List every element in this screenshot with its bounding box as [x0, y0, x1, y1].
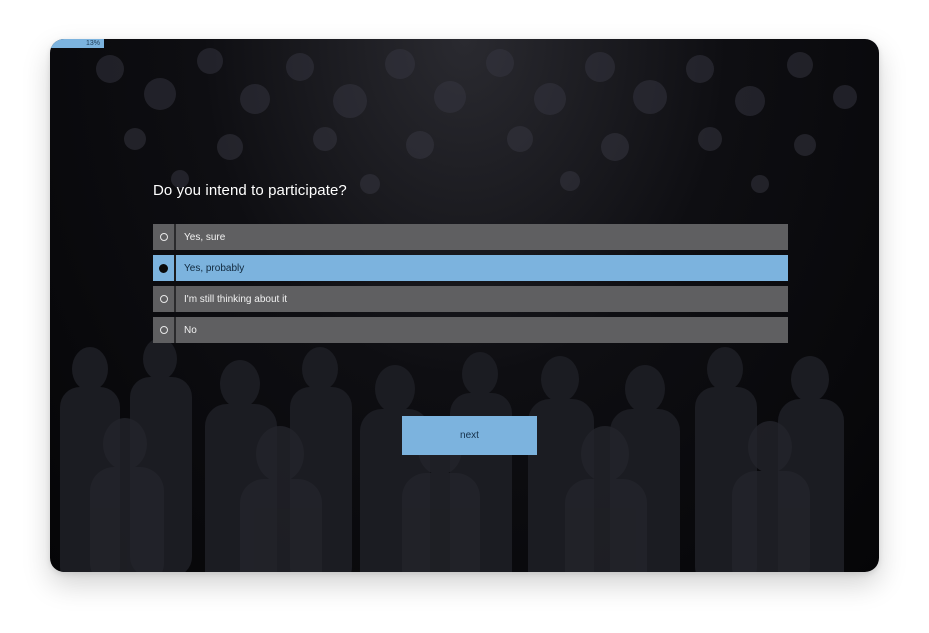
progress-bar: 13%	[50, 39, 879, 48]
radio-cell	[153, 286, 176, 312]
radio-unselected-icon[interactable]	[159, 295, 168, 303]
option-label: Yes, sure	[184, 231, 226, 243]
progress-bar-fill: 13%	[50, 39, 104, 48]
option-label: Yes, probably	[184, 262, 245, 274]
answer-options: Yes, sure Yes, probably I'm still thinki…	[153, 224, 788, 348]
radio-cell	[153, 224, 176, 250]
radio-cell	[153, 255, 176, 281]
next-button[interactable]: next	[402, 416, 537, 455]
option-no[interactable]: No	[153, 317, 788, 343]
option-label: No	[184, 324, 197, 336]
progress-percent-label: 13%	[85, 40, 100, 47]
radio-cell	[153, 317, 176, 343]
background-bokeh-lights	[96, 48, 857, 194]
question-title: Do you intend to participate?	[153, 182, 347, 199]
option-yes-probably[interactable]: Yes, probably	[153, 255, 788, 281]
option-still-thinking[interactable]: I'm still thinking about it	[153, 286, 788, 312]
radio-unselected-icon[interactable]	[159, 233, 168, 241]
option-yes-sure[interactable]: Yes, sure	[153, 224, 788, 250]
radio-selected-icon[interactable]	[159, 263, 168, 273]
radio-unselected-icon[interactable]	[159, 326, 168, 334]
option-label: I'm still thinking about it	[184, 293, 288, 305]
survey-card: 13% Do you intend to participate? Yes, s…	[50, 39, 879, 572]
